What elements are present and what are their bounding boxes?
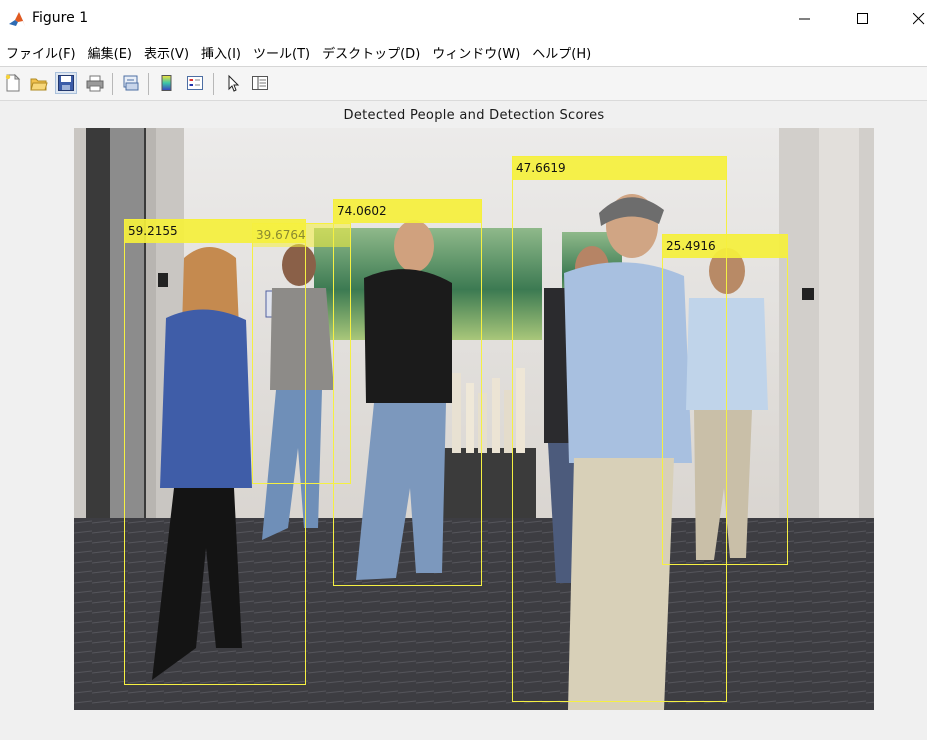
close-button[interactable] [896, 0, 927, 38]
detection-score-label: 47.6619 [512, 156, 727, 180]
edit-plot-arrow-icon [228, 74, 240, 92]
plot-title: Detected People and Detection Scores [343, 108, 605, 123]
figure-toolbar [0, 67, 927, 101]
menu-view[interactable]: 表示(V) [138, 38, 195, 66]
minimize-button[interactable] [782, 0, 828, 38]
menu-bar: ファイル(F) 編集(E) 表示(V) 挿入(I) ツール(T) デスクトップ(… [0, 38, 927, 67]
menu-help[interactable]: ヘルプ(H) [526, 38, 597, 66]
menu-edit[interactable]: 編集(E) [82, 38, 138, 66]
open-file-button[interactable] [28, 72, 50, 94]
new-figure-icon [5, 74, 21, 92]
toolbar-separator [112, 73, 113, 95]
property-inspector-icon [252, 76, 268, 90]
open-file-icon [30, 78, 48, 91]
window-titlebar: Figure 1 [0, 0, 927, 38]
minimize-icon [799, 18, 810, 20]
maximize-icon [857, 13, 868, 24]
toolbar-separator [213, 73, 214, 95]
maximize-button[interactable] [840, 0, 886, 38]
menu-window[interactable]: ウィンドウ(W) [426, 38, 526, 66]
menu-tools[interactable]: ツール(T) [247, 38, 316, 66]
close-icon [913, 13, 925, 25]
toolbar-separator [148, 73, 149, 95]
print-button[interactable] [84, 72, 106, 94]
detection-score-label: 74.0602 [333, 199, 482, 223]
edit-plot-button[interactable] [222, 72, 244, 94]
detection-score-label: 25.4916 [662, 234, 788, 258]
insert-colorbar-button[interactable] [156, 72, 178, 94]
print-icon [86, 75, 104, 92]
matlab-logo-icon [7, 9, 27, 29]
detection-image: 59.2155 39.6764 74.0602 47.6619 25.4916 [74, 128, 874, 710]
insert-legend-button[interactable] [184, 72, 206, 94]
menu-insert[interactable]: 挿入(I) [195, 38, 247, 66]
insert-colorbar-icon [161, 75, 172, 91]
link-plot-button[interactable] [120, 72, 142, 94]
detection-box [662, 234, 788, 565]
save-button[interactable] [55, 72, 77, 94]
link-plot-icon [123, 75, 139, 91]
property-inspector-button[interactable] [249, 72, 271, 94]
new-figure-button[interactable] [2, 72, 24, 94]
menu-desktop[interactable]: デスクトップ(D) [316, 38, 426, 66]
menu-file[interactable]: ファイル(F) [0, 38, 82, 66]
save-icon [58, 75, 74, 91]
window-title: Figure 1 [32, 10, 89, 26]
insert-legend-icon [187, 76, 203, 90]
detection-box [333, 199, 482, 586]
